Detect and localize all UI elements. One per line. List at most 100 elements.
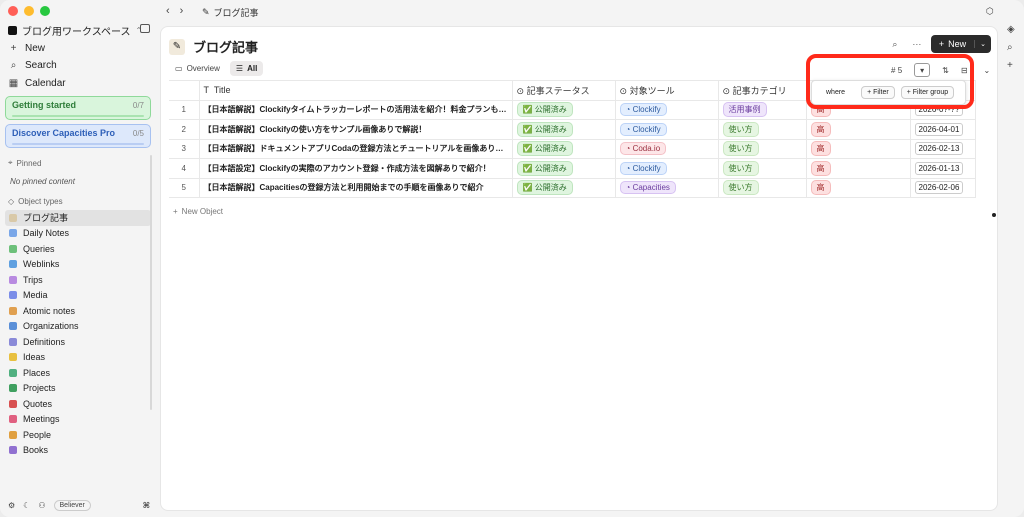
- row-title[interactable]: 【日本語解説】Clockifyの使い方をサンプル画像ありで解説！: [199, 119, 513, 140]
- sidebar-item-object-type[interactable]: Books: [5, 443, 151, 459]
- maximize-window-button[interactable]: [40, 6, 50, 16]
- nav-search[interactable]: ⌕ Search: [8, 57, 57, 73]
- page-search-icon[interactable]: ⌕: [887, 36, 903, 52]
- status-cell[interactable]: ✅ 公開済み: [512, 139, 616, 159]
- sidebar-scrollbar[interactable]: [150, 155, 152, 410]
- close-window-button[interactable]: [8, 6, 18, 16]
- status-cell[interactable]: ✅ 公開済み: [512, 100, 616, 120]
- getting-started-card[interactable]: Getting started 0/7: [5, 96, 151, 120]
- nav-new-label: New: [25, 42, 46, 54]
- extension-icon[interactable]: ⬡: [986, 6, 994, 17]
- status-cell[interactable]: ✅ 公開済み: [512, 158, 616, 179]
- priority-cell[interactable]: 高: [806, 139, 911, 159]
- row-title[interactable]: 【日本語設定】Clockifyの実際のアカウント登録・作成方法を図解ありで紹介！: [199, 158, 513, 179]
- sidebar-item-object-type[interactable]: Projects: [5, 381, 151, 397]
- tool-cell[interactable]: ◔ Clockify: [615, 100, 719, 120]
- window-controls: [8, 6, 50, 16]
- row-title[interactable]: 【日本語解説】Capacitiesの登録方法と利用開始までの手順を画像ありで紹介: [199, 178, 513, 198]
- priority-cell[interactable]: 高: [806, 119, 911, 140]
- discover-pro-card[interactable]: Discover Capacities Pro 0/5: [5, 124, 151, 148]
- object-type-label: Ideas: [23, 352, 46, 363]
- no-pinned-text: No pinned content: [10, 177, 75, 186]
- object-type-label: ブログ記事: [23, 213, 69, 224]
- more-icon[interactable]: ···: [909, 36, 925, 52]
- layout-chevron-icon[interactable]: ⌄: [984, 66, 991, 75]
- new-object-button[interactable]: + New ⌄: [930, 35, 991, 53]
- date-cell[interactable]: 2026-04-01: [910, 119, 976, 140]
- rail-plus-icon[interactable]: +: [1007, 60, 1013, 71]
- date-cell[interactable]: 2026-02-06: [910, 178, 976, 198]
- table-row[interactable]: 3 【日本語解説】ドキュメントアプリCodaの登録方法とチュートリアルを画像ありで…: [169, 139, 976, 159]
- tool-icon: ◔: [625, 183, 631, 193]
- priority-cell[interactable]: 高: [806, 178, 911, 198]
- status-cell[interactable]: ✅ 公開済み: [512, 178, 616, 198]
- forward-icon[interactable]: ›: [180, 5, 184, 17]
- row-title[interactable]: 【日本語解説】ドキュメントアプリCodaの登録方法とチュートリアルを画像ありで紹…: [199, 139, 513, 159]
- current-tab[interactable]: ✎ ブログ記事: [202, 6, 259, 19]
- table-row[interactable]: 4 【日本語設定】Clockifyの実際のアカウント登録・作成方法を図解ありで紹介…: [169, 158, 976, 179]
- date-cell[interactable]: 2026-02-13: [910, 139, 976, 159]
- table-row[interactable]: 5 【日本語解説】Capacitiesの登録方法と利用開始までの手順を画像ありで紹…: [169, 178, 976, 198]
- sidebar-item-object-type[interactable]: Quotes: [5, 396, 151, 412]
- tab-all[interactable]: ☰ All: [229, 61, 264, 76]
- category-cell[interactable]: 使い方: [718, 139, 807, 159]
- minimize-window-button[interactable]: [24, 6, 34, 16]
- back-icon[interactable]: ‹: [166, 5, 170, 17]
- object-type-label: Organizations: [23, 321, 79, 332]
- believer-badge[interactable]: Believer: [53, 500, 91, 511]
- tool-cell[interactable]: ◔ Clockify: [615, 158, 719, 179]
- category-cell[interactable]: 使い方: [718, 119, 807, 140]
- category-cell[interactable]: 活用事例: [718, 100, 807, 120]
- sidebar-item-object-type[interactable]: Trips: [5, 272, 151, 288]
- object-type-icon: [9, 446, 17, 455]
- rail-search-icon[interactable]: ⌕: [1007, 42, 1013, 53]
- sidebar-item-object-type[interactable]: Definitions: [5, 334, 151, 350]
- object-type-icon: [9, 399, 17, 408]
- column-header-category[interactable]: ⊙ 記事カテゴリ: [718, 80, 807, 101]
- add-new-object-row[interactable]: + New Object: [173, 207, 223, 216]
- row-title[interactable]: 【日本語解説】Clockifyタイムトラッカーレポートの活用法を紹介！料金プラン…: [199, 100, 513, 120]
- pin-icon: ⌖: [8, 158, 13, 167]
- sidebar-item-object-type[interactable]: Queries: [5, 241, 151, 257]
- sidebar-item-object-type[interactable]: Weblinks: [5, 257, 151, 273]
- sidebar-item-object-type[interactable]: Daily Notes: [5, 226, 151, 242]
- column-header-status[interactable]: ⊙ 記事ステータス: [512, 80, 616, 101]
- user-icon[interactable]: ⚇: [38, 501, 45, 510]
- settings-icon[interactable]: ⚙: [8, 501, 15, 510]
- command-icon[interactable]: ⌘: [143, 501, 150, 510]
- sidebar-item-object-type[interactable]: Organizations: [5, 319, 151, 335]
- page-icon[interactable]: ✎: [169, 38, 185, 55]
- dark-mode-icon[interactable]: ☾: [23, 501, 30, 510]
- page-title: ブログ記事: [193, 40, 259, 55]
- nav-calendar[interactable]: ▦ Calendar: [8, 75, 66, 91]
- status-cell[interactable]: ✅ 公開済み: [512, 119, 616, 140]
- workspace-switcher[interactable]: ブログ用ワークスペース ⌃: [8, 22, 150, 38]
- tool-cell[interactable]: ◔ Capacities: [615, 178, 719, 198]
- category-badge: 使い方: [722, 121, 759, 137]
- toggle-sidebar-icon[interactable]: [140, 24, 150, 33]
- check-icon: ✅: [522, 144, 533, 154]
- tab-overview[interactable]: ▭ Overview: [169, 61, 226, 76]
- new-dropdown-chevron-icon[interactable]: ⌄: [974, 40, 991, 48]
- search-icon: ⌕: [10, 59, 17, 71]
- tag-icon[interactable]: ◈: [1007, 24, 1015, 35]
- sidebar-item-object-type[interactable]: People: [5, 427, 151, 443]
- sidebar-item-object-type[interactable]: Meetings: [5, 412, 151, 428]
- sidebar-item-object-type[interactable]: ブログ記事: [5, 210, 151, 226]
- object-type-icon: [9, 322, 17, 331]
- sidebar-item-object-type[interactable]: Atomic notes: [5, 303, 151, 319]
- sidebar-item-object-type[interactable]: Ideas: [5, 350, 151, 366]
- sidebar-item-object-type[interactable]: Media: [5, 288, 151, 304]
- sidebar-item-object-type[interactable]: Places: [5, 365, 151, 381]
- table-row[interactable]: 2 【日本語解説】Clockifyの使い方をサンプル画像ありで解説！ ✅ 公開済み ◔…: [169, 119, 976, 140]
- nav-calendar-label: Calendar: [25, 77, 66, 89]
- priority-cell[interactable]: 高: [806, 158, 911, 179]
- column-header-tool[interactable]: ⊙ 対象ツール: [615, 80, 719, 101]
- category-cell[interactable]: 使い方: [718, 178, 807, 198]
- date-cell[interactable]: 2026-01-13: [910, 158, 976, 179]
- nav-new[interactable]: + New: [8, 40, 45, 56]
- category-cell[interactable]: 使い方: [718, 158, 807, 179]
- tool-cell[interactable]: ◔ Coda.io: [615, 139, 719, 159]
- tool-cell[interactable]: ◔ Clockify: [615, 119, 719, 140]
- column-header-title[interactable]: T Title: [199, 80, 513, 101]
